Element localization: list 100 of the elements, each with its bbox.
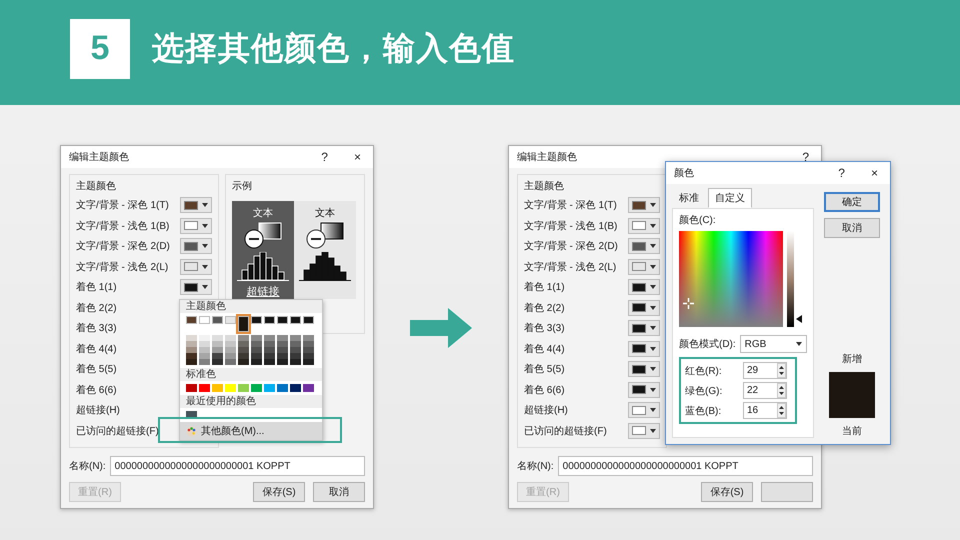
color-swatch[interactable]	[290, 335, 301, 341]
number-field[interactable]: 22	[743, 382, 787, 399]
color-swatch[interactable]	[225, 316, 236, 324]
color-dropdown[interactable]	[628, 382, 660, 398]
color-swatch[interactable]	[264, 384, 275, 392]
color-swatch[interactable]	[303, 384, 314, 392]
color-spectrum[interactable]	[679, 231, 783, 327]
number-field[interactable]: 29	[743, 362, 787, 379]
color-swatch[interactable]	[290, 353, 301, 359]
color-swatch[interactable]	[186, 384, 197, 392]
color-dropdown[interactable]	[180, 258, 212, 275]
color-swatch[interactable]	[251, 353, 262, 359]
color-swatch[interactable]	[264, 316, 275, 324]
color-swatch[interactable]	[199, 341, 210, 347]
color-swatch[interactable]	[303, 316, 314, 324]
color-swatch[interactable]	[186, 359, 197, 365]
help-button[interactable]: ?	[834, 166, 849, 180]
spinner-icon[interactable]	[777, 363, 786, 378]
slider-pointer[interactable]	[796, 315, 802, 324]
color-swatch[interactable]	[238, 316, 249, 332]
color-swatch[interactable]	[186, 341, 197, 347]
help-button[interactable]: ?	[798, 150, 813, 164]
color-swatch[interactable]	[238, 359, 249, 365]
color-swatch[interactable]	[264, 353, 275, 359]
color-swatch[interactable]	[225, 384, 236, 392]
close-button[interactable]: ×	[866, 166, 882, 180]
color-swatch[interactable]	[251, 359, 262, 365]
link-text[interactable]: 超链接	[246, 284, 280, 299]
color-dropdown[interactable]	[628, 361, 660, 378]
color-swatch[interactable]	[212, 335, 223, 341]
color-dropdown[interactable]	[180, 197, 212, 214]
color-swatch[interactable]	[303, 353, 314, 359]
color-swatch[interactable]	[225, 335, 236, 341]
color-swatch[interactable]	[303, 359, 314, 365]
color-swatch[interactable]	[277, 353, 288, 359]
color-swatch[interactable]	[186, 347, 197, 353]
help-button[interactable]: ?	[317, 150, 332, 164]
color-dropdown[interactable]	[628, 402, 660, 418]
color-swatch[interactable]	[212, 316, 223, 324]
color-swatch[interactable]	[290, 359, 301, 365]
color-dropdown[interactable]	[628, 300, 660, 316]
color-dropdown[interactable]	[628, 279, 660, 296]
close-button[interactable]: ×	[350, 150, 365, 164]
color-swatch[interactable]	[186, 316, 197, 324]
color-swatch[interactable]	[277, 384, 288, 392]
color-swatch[interactable]	[199, 359, 210, 365]
color-swatch[interactable]	[199, 335, 210, 341]
color-swatch[interactable]	[225, 341, 236, 347]
color-dropdown[interactable]	[628, 218, 660, 234]
color-swatch[interactable]	[264, 341, 275, 347]
color-swatch[interactable]	[303, 335, 314, 341]
color-swatch[interactable]	[225, 359, 236, 365]
color-dropdown[interactable]	[180, 238, 212, 254]
dialog-button[interactable]: 取消	[313, 482, 365, 502]
name-field[interactable]: 0000000000000000000000001 KOPPT	[558, 456, 813, 476]
color-swatch[interactable]	[277, 335, 288, 341]
color-swatch[interactable]	[199, 347, 210, 353]
color-swatch[interactable]	[277, 341, 288, 347]
color-swatch[interactable]	[212, 384, 223, 392]
color-swatch[interactable]	[290, 341, 301, 347]
color-swatch[interactable]	[251, 335, 262, 341]
color-swatch[interactable]	[264, 335, 275, 341]
color-swatch[interactable]	[303, 347, 314, 353]
dialog-button[interactable]: 保存(S)	[253, 482, 305, 502]
color-dropdown[interactable]	[628, 320, 660, 336]
color-swatch[interactable]	[225, 347, 236, 353]
dialog-button[interactable]: 保存(S)	[701, 482, 753, 502]
color-dropdown[interactable]	[628, 238, 660, 254]
color-swatch[interactable]	[251, 347, 262, 353]
color-swatch[interactable]	[251, 341, 262, 347]
color-swatch[interactable]	[290, 316, 301, 324]
color-dropdown[interactable]	[628, 197, 660, 214]
color-dropdown[interactable]	[628, 258, 660, 275]
color-swatch[interactable]	[225, 353, 236, 359]
color-dropdown[interactable]	[180, 218, 212, 234]
color-swatch[interactable]	[212, 347, 223, 353]
color-swatch[interactable]	[290, 384, 301, 392]
spinner-icon[interactable]	[777, 403, 786, 418]
color-swatch[interactable]	[212, 341, 223, 347]
color-swatch[interactable]	[238, 335, 249, 341]
spinner-icon[interactable]	[777, 383, 786, 398]
color-swatch[interactable]	[238, 353, 249, 359]
color-dropdown[interactable]	[628, 340, 660, 357]
color-swatch[interactable]	[186, 353, 197, 359]
color-swatch[interactable]	[238, 347, 249, 353]
color-swatch[interactable]	[238, 341, 249, 347]
color-swatch[interactable]	[264, 347, 275, 353]
color-swatch[interactable]	[199, 353, 210, 359]
color-swatch[interactable]	[251, 316, 262, 324]
mode-dropdown[interactable]: RGB	[740, 335, 807, 353]
color-swatch[interactable]	[212, 359, 223, 365]
tab[interactable]: 标准	[672, 188, 706, 208]
color-swatch[interactable]	[290, 347, 301, 353]
menu-item[interactable]: 其他颜色(M)...	[180, 422, 322, 440]
color-swatch[interactable]	[277, 316, 288, 324]
color-swatch[interactable]	[277, 359, 288, 365]
dialog-button[interactable]: 取消	[824, 218, 880, 238]
color-swatch[interactable]	[186, 335, 197, 341]
color-swatch[interactable]	[251, 384, 262, 392]
tab[interactable]: 自定义	[708, 188, 752, 208]
